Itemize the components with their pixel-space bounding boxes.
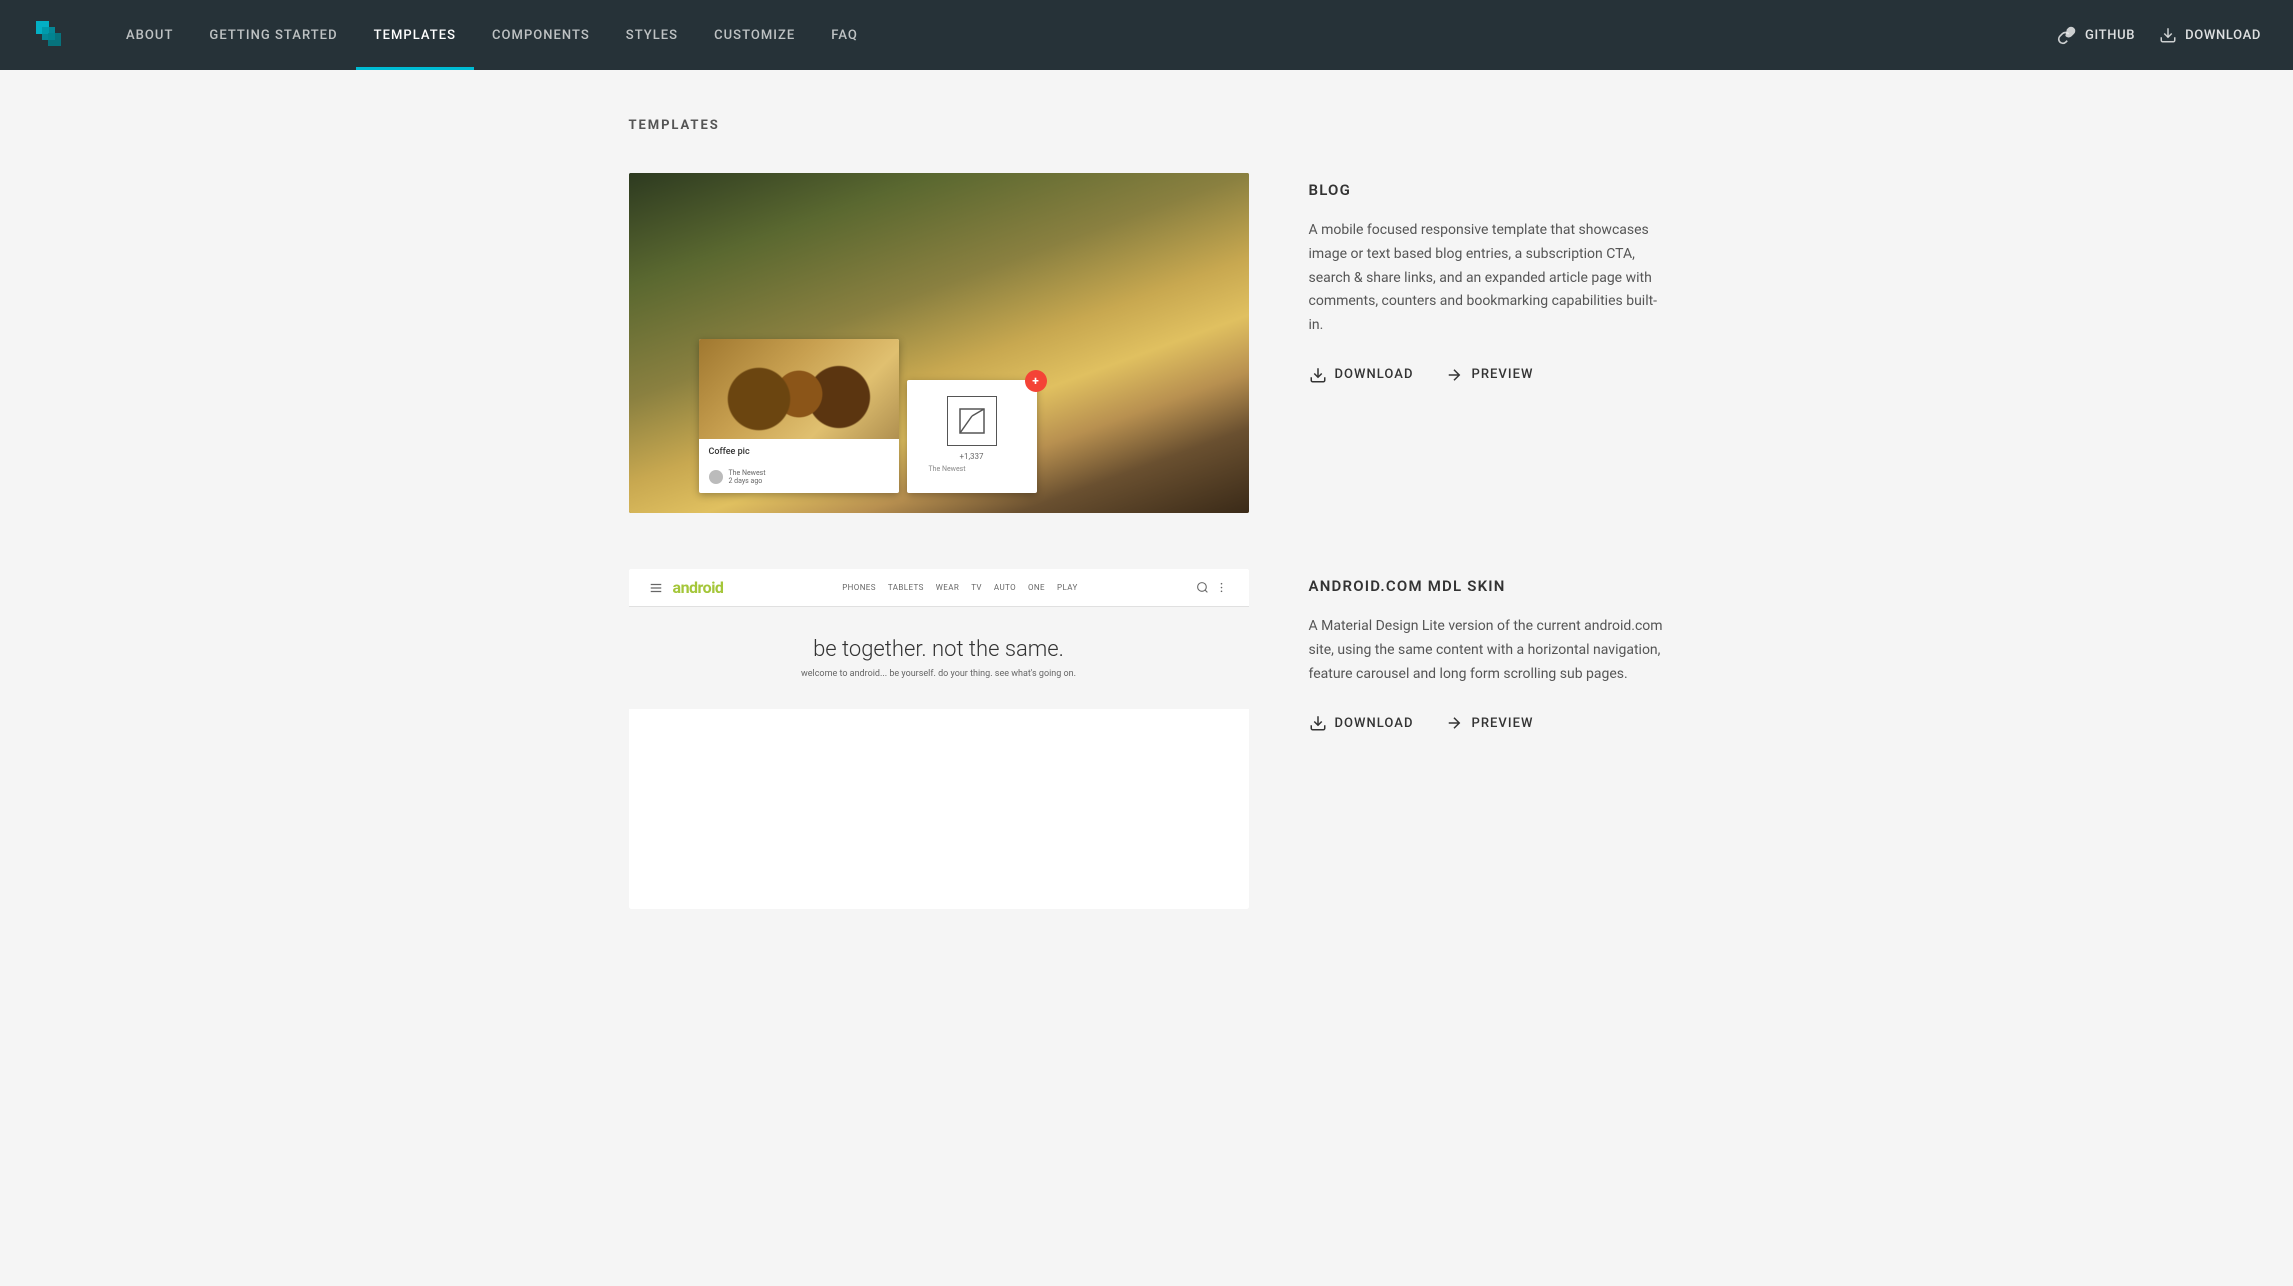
header: ABOUT GETTING STARTED TEMPLATES COMPONEN… [0,0,2293,70]
android-nav-one: ONE [1028,583,1045,592]
nav-customize[interactable]: CUSTOMIZE [696,0,813,70]
github-icon [2057,25,2077,45]
android-download-icon [1309,714,1327,732]
blog-template-image: Coffee pic The Newest 2 days ago + [629,173,1249,513]
blog-preview-label: Preview [1471,367,1533,382]
nav-faq[interactable]: FAQ [813,0,876,70]
android-preview-button[interactable]: Preview [1445,714,1533,732]
plus-badge: + [1025,370,1047,392]
blog-card-date: 2 days ago [729,477,766,485]
blog-template-actions: Download Preview [1309,366,1665,384]
blog-card-info: The Newest 2 days ago [729,469,766,485]
blog-template-desc: A mobile focused responsive template tha… [1309,219,1665,338]
page-title: TEMPLATES [629,118,1665,133]
blog-card-meta: The Newest 2 days ago [699,465,899,493]
template-card-blog: Coffee pic The Newest 2 days ago + [629,173,1665,513]
android-template-info: ANDROID.COM MDL SKIN A Material Design L… [1309,569,1665,732]
nav-templates[interactable]: TEMPLATES [356,0,474,70]
main-nav: ABOUT GETTING STARTED TEMPLATES COMPONEN… [108,0,2057,70]
blog-card-right-meta: The Newest [923,461,1021,477]
blog-cards-wrapper: Coffee pic The Newest 2 days ago + [699,339,1037,493]
blog-card-author: The Newest [729,469,766,477]
blog-card-right-author: The Newest [929,465,1015,473]
download-header-label: Download [2185,28,2261,43]
template-card-android: android PHONES TABLETS WEAR TV AUTO ONE … [629,569,1665,909]
android-nav-auto: AUTO [994,583,1016,592]
blog-card-icon-svg [947,396,997,446]
blog-card-icon-wrapper: + +1,337 [907,380,1037,493]
android-template-name: ANDROID.COM MDL SKIN [1309,577,1665,595]
blog-card-count: +1,337 [959,452,983,461]
android-mockup: android PHONES TABLETS WEAR TV AUTO ONE … [629,569,1249,909]
android-more-icon [1215,581,1228,594]
android-download-label: Download [1335,716,1414,731]
blog-card-photo-img [699,339,899,439]
android-nav: PHONES TABLETS WEAR TV AUTO ONE PLAY [842,583,1077,592]
android-nav-wear: WEAR [936,583,959,592]
blog-card-caption: Coffee pic [699,439,899,465]
android-nav-phones: PHONES [842,583,876,592]
hamburger-icon [649,581,663,595]
download-icon [1309,366,1327,384]
github-label: GitHub [2085,28,2135,43]
android-arrow-right-icon [1445,714,1463,732]
android-hero-sub: welcome to android... be yourself. do yo… [649,669,1229,679]
android-nav-tablets: TABLETS [888,583,924,592]
github-link[interactable]: GitHub [2057,25,2135,45]
android-logo: android [673,578,724,597]
main-content: TEMPLATES Coffee pic [597,70,1697,1029]
blog-card-icon: +1,337 The Newest [907,380,1037,493]
nav-styles[interactable]: STYLES [608,0,696,70]
android-nav-icons [1196,581,1228,594]
blog-preview-button[interactable]: Preview [1445,366,1533,384]
android-mockup-header: android PHONES TABLETS WEAR TV AUTO ONE … [629,569,1249,607]
android-nav-play: PLAY [1057,583,1078,592]
download-header-icon [2159,26,2177,44]
blog-card-avatar [709,470,723,484]
download-header-link[interactable]: Download [2159,26,2261,44]
blog-template-info: BLOG A mobile focused responsive templat… [1309,173,1665,384]
blog-cards-container: Coffee pic The Newest 2 days ago + [699,339,1037,493]
coffee-mugs-image [699,339,899,439]
blog-mockup: Coffee pic The Newest 2 days ago + [629,173,1249,513]
android-template-image: android PHONES TABLETS WEAR TV AUTO ONE … [629,569,1249,909]
android-hero-title: be together. not the same. [649,637,1229,663]
android-template-actions: Download Preview [1309,714,1665,732]
blog-template-name: BLOG [1309,181,1665,199]
android-download-button[interactable]: Download [1309,714,1414,732]
blog-download-button[interactable]: Download [1309,366,1414,384]
android-preview-label: Preview [1471,716,1533,731]
logo[interactable] [32,17,68,53]
blog-download-label: Download [1335,367,1414,382]
android-search-icon [1196,581,1209,594]
nav-getting-started[interactable]: GETTING STARTED [191,0,355,70]
arrow-right-icon [1445,366,1463,384]
android-template-desc: A Material Design Lite version of the cu… [1309,615,1665,686]
header-actions: GitHub Download [2057,25,2261,45]
android-hero: be together. not the same. welcome to an… [629,607,1249,709]
nav-about[interactable]: ABOUT [108,0,191,70]
blog-card-photo: Coffee pic The Newest 2 days ago [699,339,899,493]
nav-components[interactable]: COMPONENTS [474,0,608,70]
android-nav-tv: TV [971,583,982,592]
